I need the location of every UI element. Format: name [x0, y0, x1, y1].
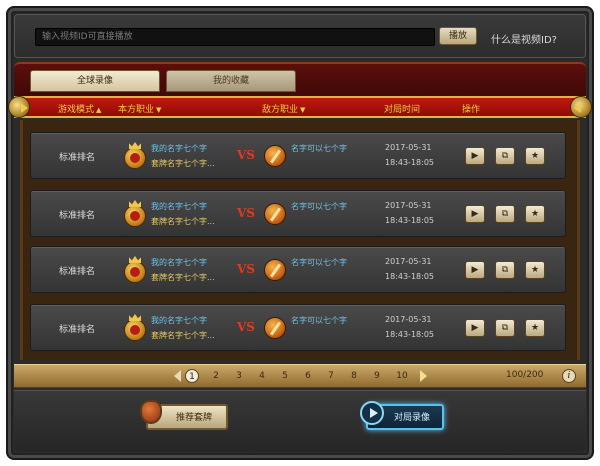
vs-label: VS	[237, 262, 255, 276]
player2-name: 名字可以七个字	[291, 258, 347, 267]
play-icon[interactable]: ▶	[465, 261, 485, 279]
player-medal-icon	[123, 200, 147, 228]
replay-row[interactable]: 标准排名 我的名字七个字 套牌名字七个字... VS 名字可以七个字 2017-…	[30, 190, 566, 237]
column-mode[interactable]: 游戏模式 ▲	[58, 102, 101, 115]
opponent-class-icon	[264, 259, 286, 281]
chevron-down-icon: ▼	[156, 106, 162, 114]
page-count: 100/200	[506, 370, 544, 380]
match-date: 2017-05-31	[385, 257, 432, 266]
player1-name: 我的名字七个字	[151, 144, 207, 153]
player1-name: 我的名字七个字	[151, 202, 207, 211]
opponent-class-icon	[264, 317, 286, 339]
page-9[interactable]: 9	[370, 369, 384, 383]
player1-name: 我的名字七个字	[151, 316, 207, 325]
video-id-help-link[interactable]: 什么是视频ID?	[491, 31, 557, 46]
star-icon[interactable]: ★	[525, 205, 545, 223]
share-icon[interactable]: ⧉	[495, 261, 515, 279]
share-icon[interactable]: ⧉	[495, 205, 515, 223]
search-bar: 播放 什么是视频ID?	[14, 14, 586, 58]
page-6[interactable]: 6	[301, 369, 315, 383]
vs-label: VS	[237, 320, 255, 334]
tab-global-replays[interactable]: 全球录像	[30, 70, 160, 92]
right-ornament-icon	[570, 96, 592, 118]
chevron-down-icon: ▼	[300, 106, 306, 114]
player-medal-icon	[123, 256, 147, 284]
replay-row[interactable]: 标准排名 我的名字七个字 套牌名字七个字... VS 名字可以七个字 2017-…	[30, 304, 566, 351]
replay-row[interactable]: 标准排名 我的名字七个字 套牌名字七个字... VS 名字可以七个字 2017-…	[30, 132, 566, 179]
player2-name: 名字可以七个字	[291, 202, 347, 211]
pagination-bar: 1 2 3 4 5 6 7 8 9 10 100/200 i	[14, 364, 586, 388]
page-3[interactable]: 3	[232, 369, 246, 383]
player-medal-icon	[123, 142, 147, 170]
page-4[interactable]: 4	[255, 369, 269, 383]
column-header-bar: 游戏模式 ▲ 本方职业 ▼ 敌方职业 ▼ 对局时间 操作	[14, 96, 586, 118]
star-icon[interactable]: ★	[525, 319, 545, 337]
deck-emblem-icon	[138, 398, 164, 428]
star-icon[interactable]: ★	[525, 147, 545, 165]
tab-my-favorites[interactable]: 我的收藏	[166, 70, 296, 92]
deck-name[interactable]: 套牌名字七个字...	[151, 158, 215, 169]
caret-up-icon: ▲	[96, 106, 102, 114]
page-10[interactable]: 10	[394, 369, 410, 383]
star-icon[interactable]: ★	[525, 261, 545, 279]
match-time: 18:43-18:05	[385, 158, 434, 167]
video-id-input[interactable]	[35, 28, 435, 46]
player2-name: 名字可以七个字	[291, 144, 347, 153]
play-icon[interactable]: ▶	[465, 147, 485, 165]
left-ornament-icon	[8, 96, 30, 118]
play-icon[interactable]: ▶	[465, 319, 485, 337]
match-time: 18:43-18:05	[385, 272, 434, 281]
game-mode: 标准排名	[59, 211, 96, 221]
play-button[interactable]: 播放	[439, 27, 477, 45]
vs-label: VS	[237, 206, 255, 220]
next-page-icon[interactable]	[420, 370, 427, 382]
page-1[interactable]: 1	[185, 369, 199, 383]
player-medal-icon	[123, 314, 147, 342]
replay-row[interactable]: 标准排名 我的名字七个字 套牌名字七个字... VS 名字可以七个字 2017-…	[30, 246, 566, 293]
deck-name[interactable]: 套牌名字七个字...	[151, 330, 215, 341]
bottom-bar	[14, 390, 586, 452]
page-7[interactable]: 7	[324, 369, 338, 383]
share-icon[interactable]: ⧉	[495, 147, 515, 165]
game-mode: 标准排名	[59, 153, 96, 163]
match-time: 18:43-18:05	[385, 330, 434, 339]
vs-label: VS	[237, 148, 255, 162]
column-match-time: 对局时间	[384, 105, 421, 115]
column-enemy-class[interactable]: 敌方职业 ▼	[262, 102, 305, 115]
share-icon[interactable]: ⧉	[495, 319, 515, 337]
replay-play-icon	[360, 401, 386, 431]
match-time: 18:43-18:05	[385, 216, 434, 225]
match-date: 2017-05-31	[385, 201, 432, 210]
opponent-class-icon	[264, 145, 286, 167]
info-icon[interactable]: i	[562, 369, 576, 383]
column-my-class[interactable]: 本方职业 ▼	[118, 102, 161, 115]
opponent-class-icon	[264, 203, 286, 225]
prev-page-icon[interactable]	[174, 370, 181, 382]
deck-name[interactable]: 套牌名字七个字...	[151, 216, 215, 227]
play-icon[interactable]: ▶	[465, 205, 485, 223]
game-mode: 标准排名	[59, 267, 96, 277]
page-2[interactable]: 2	[209, 369, 223, 383]
player2-name: 名字可以七个字	[291, 316, 347, 325]
page-5[interactable]: 5	[278, 369, 292, 383]
match-date: 2017-05-31	[385, 143, 432, 152]
game-mode: 标准排名	[59, 325, 96, 335]
match-date: 2017-05-31	[385, 315, 432, 324]
player1-name: 我的名字七个字	[151, 258, 207, 267]
column-actions: 操作	[462, 105, 481, 115]
page-8[interactable]: 8	[347, 369, 361, 383]
deck-name[interactable]: 套牌名字七个字...	[151, 272, 215, 283]
